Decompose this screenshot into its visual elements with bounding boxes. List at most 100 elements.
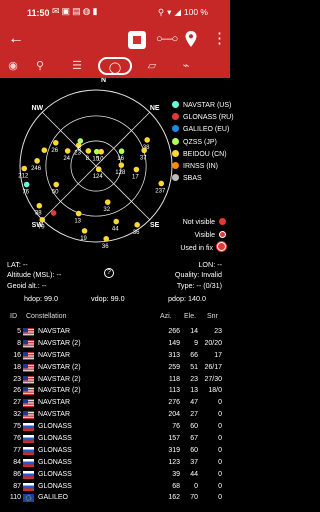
record-stop-icon[interactable] — [128, 31, 146, 49]
sat-snr: 0 — [218, 435, 222, 443]
sat-azimuth: 118 — [168, 375, 180, 383]
sat-azimuth: 319 — [168, 446, 180, 454]
satellite-dot — [113, 218, 120, 225]
sat-id: 8 — [17, 339, 21, 347]
sat-azimuth: 204 — [168, 411, 180, 419]
sat-constellation: NAVSTAR (2) — [38, 339, 81, 347]
table-row[interactable]: 18 NAVSTAR (2) 259 51 26/17 — [0, 362, 230, 374]
legend-label: NAVSTAR (US) — [183, 102, 232, 109]
sat-snr: 20/20 — [204, 339, 222, 347]
sat-elevation: 60 — [190, 423, 198, 431]
table-row[interactable]: 75 GLONASS 76 60 0 — [0, 421, 230, 433]
us-flag-icon — [23, 375, 34, 384]
satellite-dot — [81, 228, 88, 234]
legend-dot-icon — [172, 161, 179, 169]
legend-label: BEIDOU (CN) — [183, 150, 227, 158]
not-visible-dot-icon — [219, 218, 226, 225]
table-row[interactable]: 110 GALILEO 162 70 0 — [0, 492, 230, 504]
satellite-label: 237 — [155, 188, 166, 194]
table-row[interactable]: 5 NAVSTAR 266 14 23 — [0, 326, 230, 338]
antenna-icon[interactable]: ⌁ — [175, 57, 197, 75]
table-row[interactable]: 77 GLONASS 319 60 0 — [0, 445, 230, 457]
map-icon[interactable]: ▱ — [141, 57, 163, 75]
us-flag-icon — [23, 351, 34, 360]
table-row[interactable]: 84 GLONASS 123 37 0 — [0, 457, 230, 469]
sat-elevation: 44 — [190, 470, 198, 478]
satellite-dot — [95, 166, 102, 173]
satellite-dot — [52, 139, 59, 146]
compass-label-ne: NE — [150, 105, 160, 112]
globe-icon: ◍ — [82, 6, 93, 16]
sat-constellation: NAVSTAR (2) — [38, 387, 81, 395]
help-icon[interactable]: ? — [104, 268, 114, 278]
satellite-dot — [41, 147, 48, 153]
col-ele: Ele. — [184, 313, 197, 320]
table-row[interactable]: 32 NAVSTAR 204 27 0 — [0, 409, 230, 421]
us-flag-icon — [23, 411, 34, 420]
hdop-text: hdop: 99.0 — [24, 294, 58, 303]
table-row[interactable]: 23 NAVSTAR (2) 118 23 27/30 — [0, 374, 230, 386]
compass-icon[interactable]: ◉ — [2, 57, 24, 75]
ru-flag-icon — [23, 435, 34, 444]
sat-elevation: 27 — [190, 411, 198, 419]
legend-dot-icon — [172, 101, 179, 108]
compass-label-nw: NW — [31, 105, 43, 112]
sat-elevation: 9 — [194, 339, 198, 347]
quality-text: Quality: Invalid — [174, 270, 222, 279]
satellite-label: 24 — [63, 156, 70, 162]
table-row[interactable]: 16 NAVSTAR 313 66 17 — [0, 350, 230, 362]
sat-azimuth: 113 — [168, 387, 180, 395]
sat-snr: 17 — [214, 351, 222, 359]
sat-snr: 0 — [218, 446, 222, 454]
sat-azimuth: 149 — [168, 339, 180, 347]
legend-dot-icon — [172, 113, 179, 121]
sat-snr: 0 — [218, 494, 222, 502]
sat-elevation: 60 — [190, 446, 198, 454]
sat-snr: 0 — [218, 482, 222, 490]
satellite-dot — [50, 210, 57, 216]
table-row[interactable]: 86 GLONASS 39 44 0 — [0, 469, 230, 481]
table-row[interactable]: 87 GLONASS 68 0 0 — [0, 481, 230, 493]
sat-azimuth: 313 — [168, 351, 180, 359]
sat-id: 87 — [13, 482, 21, 490]
satellite-dot — [34, 158, 40, 164]
sat-constellation: GLONASS — [38, 446, 72, 454]
arrow-left-icon[interactable]: ← — [8, 30, 24, 48]
sat-snr: 18/0 — [208, 387, 222, 395]
sat-id: 16 — [13, 351, 21, 359]
legend-item: NAVSTAR (US) — [172, 100, 234, 112]
satellite-label: 38 — [35, 211, 42, 217]
legend-label: GLONASS (RU) — [183, 114, 234, 122]
location-pin-icon[interactable] — [184, 30, 198, 48]
sat-id: 110 — [9, 494, 21, 502]
location-marker-icon[interactable]: ⚲ — [29, 57, 51, 75]
sat-snr: 0 — [218, 423, 222, 431]
sat-constellation: NAVSTAR — [38, 351, 71, 359]
sat-constellation: GLONASS — [38, 470, 72, 478]
sat-elevation: 51 — [190, 363, 198, 371]
sat-id: 5 — [17, 328, 21, 335]
us-flag-icon — [23, 387, 34, 396]
table-row[interactable]: 27 NAVSTAR 276 47 0 — [0, 397, 230, 409]
legend-not-visible: Not visible — [180, 217, 226, 230]
table-row[interactable]: 8 NAVSTAR (2) 149 9 20/20 — [0, 338, 230, 350]
sat-constellation: NAVSTAR (2) — [38, 375, 81, 383]
wifi-icon: ▾ — [167, 7, 172, 17]
sat-azimuth: 39 — [172, 470, 180, 478]
list-icon[interactable]: ☰ — [66, 57, 88, 75]
signal-icon: ◢ — [174, 7, 181, 17]
sat-snr: 0 — [218, 470, 222, 478]
legend-dot-icon — [172, 137, 179, 145]
sky-view-icon[interactable]: ◯ — [98, 57, 132, 75]
legend-used-in-fix: Used in fix — [180, 242, 226, 256]
sat-elevation: 70 — [190, 494, 198, 502]
route-icon[interactable]: ○—○ — [156, 33, 178, 45]
compass-label-se: SE — [150, 222, 160, 229]
more-vert-icon[interactable]: ⋮ — [212, 30, 227, 48]
table-row[interactable]: 26 NAVSTAR (2) 113 13 18/0 — [0, 385, 230, 397]
sat-snr: 27/30 — [204, 375, 222, 383]
sat-elevation: 14 — [190, 328, 198, 335]
satellite-label: 17 — [132, 175, 139, 181]
sat-elevation: 23 — [190, 375, 198, 383]
table-row[interactable]: 76 GLONASS 157 67 0 — [0, 433, 230, 445]
